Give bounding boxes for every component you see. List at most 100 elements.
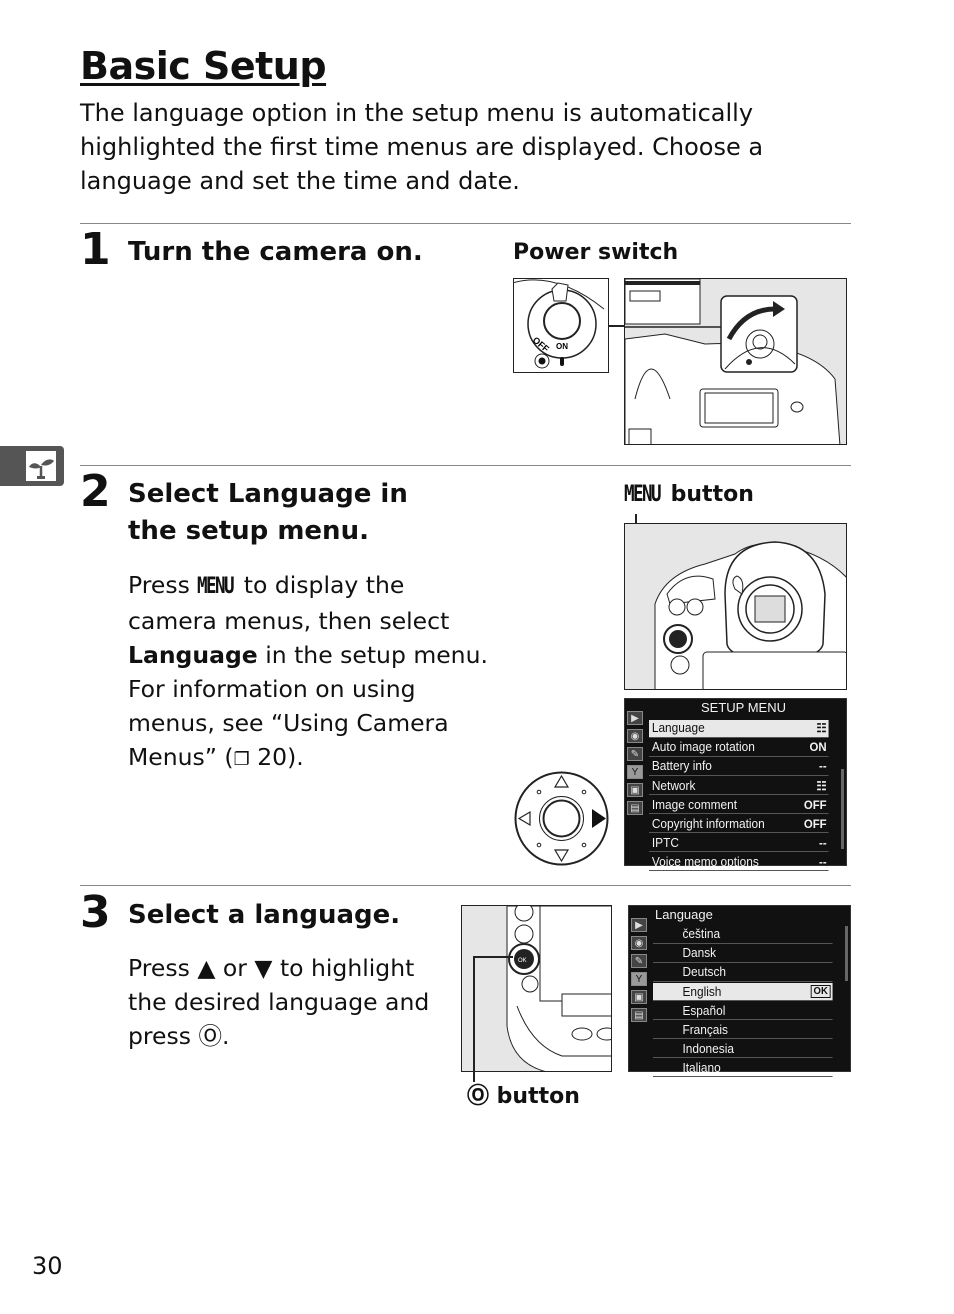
menu-item[interactable]: IPTC -- <box>649 835 829 853</box>
body-text: Press <box>128 954 198 982</box>
language-option-label: Deutsch <box>682 965 727 980</box>
camera-icon[interactable]: ◉ <box>631 936 647 950</box>
page-title: Basic Setup <box>80 44 327 88</box>
menu-item-label: IPTC <box>651 835 679 850</box>
step-number: 1 <box>80 224 111 275</box>
language-option-label: Dansk <box>682 946 717 961</box>
step-heading: Turn the camera on. <box>128 237 423 267</box>
sprout-icon <box>26 451 56 481</box>
step-number: 3 <box>80 887 111 938</box>
menu-item-value: OFF <box>803 816 827 831</box>
page-number: 30 <box>32 1252 63 1280</box>
step-heading: Select a language. <box>128 900 401 930</box>
divider <box>80 223 851 224</box>
menu-button-glyph: MENU <box>624 482 662 507</box>
figure-label: Power switch <box>513 240 679 265</box>
my-menu-icon[interactable]: ▤ <box>631 1008 647 1022</box>
menu-item[interactable]: Language ☷ <box>649 720 829 738</box>
power-switch-closeup-illustration: OFF ON <box>513 278 609 373</box>
language-option-label: Italiano <box>682 1060 721 1075</box>
language-option[interactable]: Deutsch <box>653 964 833 982</box>
menu-item[interactable]: Network ☷ <box>649 777 829 795</box>
menu-item-label: Image comment <box>651 797 737 812</box>
menu-item-label: Copyright information <box>651 816 765 831</box>
language-option[interactable]: Italiano <box>653 1060 833 1078</box>
my-menu-icon[interactable]: ▤ <box>627 801 643 815</box>
menu-item-value: ON <box>809 740 827 755</box>
menu-item[interactable]: Battery info -- <box>649 758 829 776</box>
pencil-icon[interactable]: ✎ <box>631 954 647 968</box>
wrench-icon[interactable]: Y <box>631 972 647 986</box>
language-option[interactable]: čeština <box>653 926 833 944</box>
menu-tab-icons: ▶ ◉ ✎ Y ▣ ▤ <box>631 918 649 1026</box>
menu-tab-icons: ▶ ◉ ✎ Y ▣ ▤ <box>627 711 645 819</box>
down-arrow-icon: ▼ <box>254 954 273 982</box>
step-number: 2 <box>80 466 111 517</box>
figure-label-text: button <box>489 1084 580 1109</box>
up-arrow-icon: ▲ <box>197 954 216 982</box>
menu-item[interactable]: Image comment OFF <box>649 796 829 814</box>
menu-item[interactable]: Auto image rotation ON <box>649 739 829 757</box>
language-option-label: Français <box>682 1022 728 1037</box>
body-text: or <box>215 954 255 982</box>
ok-button-icon: Ⓞ <box>467 1084 490 1109</box>
figure-label-text: button <box>662 482 754 507</box>
language-option[interactable]: Indonesia <box>653 1041 833 1059</box>
language-menu-screen: ▶ ◉ ✎ Y ▣ ▤ Language čeština Dansk Deutsch… <box>628 905 851 1078</box>
language-option-label: Indonesia <box>682 1041 734 1056</box>
camera-icon[interactable]: ◉ <box>627 729 643 743</box>
language-option[interactable]: Español <box>653 1002 833 1020</box>
menu-item-label: Language <box>651 721 705 736</box>
language-option[interactable]: English OK <box>653 983 833 1001</box>
menu-button-glyph: MENU <box>197 574 235 599</box>
divider <box>80 465 851 466</box>
section-tab <box>0 446 64 486</box>
body-text: Press <box>128 571 198 599</box>
callout-line <box>473 956 475 1082</box>
book-reference-icon: ❐ <box>233 749 250 770</box>
body-bold: Language <box>128 641 258 669</box>
scrollbar[interactable] <box>845 926 848 981</box>
camera-ok-button-illustration: OK <box>461 905 612 1072</box>
camera-top-illustration <box>624 278 847 445</box>
menu-item-value: OFF <box>803 797 827 812</box>
retouch-icon[interactable]: ▣ <box>631 990 647 1004</box>
playback-icon[interactable]: ▶ <box>631 918 647 932</box>
language-option[interactable]: Français <box>653 1021 833 1039</box>
language-option-label: Español <box>682 1003 726 1018</box>
pencil-icon[interactable]: ✎ <box>627 747 643 761</box>
body-text: . <box>221 1022 230 1050</box>
step-heading: Select Language in the setup menu. <box>128 476 458 550</box>
scrollbar[interactable] <box>841 769 844 849</box>
menu-item-value: ☷ <box>816 721 827 736</box>
menu-item-label: Network <box>651 778 696 793</box>
camera-back-illustration <box>624 523 847 690</box>
menu-item-value: -- <box>819 835 827 850</box>
menu-item[interactable]: Copyright information OFF <box>649 815 829 833</box>
playback-icon[interactable]: ▶ <box>627 711 643 725</box>
svg-text:OK: OK <box>518 958 527 964</box>
on-label: ON <box>556 342 568 351</box>
intro-paragraph: The language option in the setup menu is… <box>80 99 764 195</box>
divider <box>80 885 851 886</box>
menu-item[interactable]: Voice memo options -- <box>649 854 829 872</box>
heading-text: Select <box>128 479 228 509</box>
wrench-icon[interactable]: Y <box>627 765 643 779</box>
retouch-icon[interactable]: ▣ <box>627 783 643 797</box>
language-option-label: English <box>682 984 722 999</box>
ok-button-icon: Ⓞ <box>198 1022 222 1050</box>
ok-badge: OK <box>810 985 831 999</box>
menu-item-label: Auto image rotation <box>651 740 755 755</box>
figure-label: Ⓞ button <box>467 1078 580 1110</box>
language-list: čeština Dansk Deutsch English OK Español Franç… <box>653 926 842 1079</box>
figure-label: MENU button <box>624 482 754 507</box>
language-option-label: čeština <box>682 927 721 942</box>
setup-menu-list: Language ☷ Auto image rotation ON Battery in… <box>649 720 838 873</box>
menu-item-label: Battery info <box>651 759 712 774</box>
setup-menu-screen: ▶ ◉ ✎ Y ▣ ▤ SETUP MENU Language ☷ Auto ima… <box>624 698 847 872</box>
menu-title: Language <box>655 907 713 922</box>
language-option[interactable]: Dansk <box>653 945 833 963</box>
step-body: Press ▲ or ▼ to highlight the desired la… <box>128 951 438 1053</box>
menu-item-label: Voice memo options <box>651 854 759 869</box>
step-body: Press MENU to display the camera menus, … <box>128 568 488 777</box>
